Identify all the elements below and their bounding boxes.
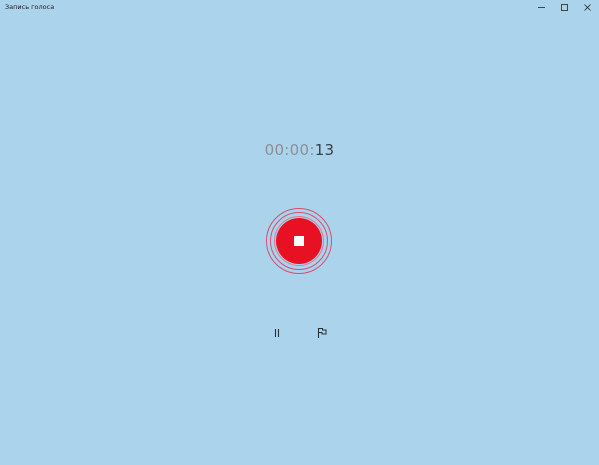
title-bar: Запись голоса bbox=[0, 0, 599, 15]
stop-recording-control bbox=[266, 208, 332, 274]
window-title: Запись голоса bbox=[5, 3, 55, 11]
minimize-button[interactable] bbox=[530, 0, 553, 15]
pause-button[interactable] bbox=[268, 324, 286, 342]
timer-elapsed-prefix: 00:00: bbox=[264, 141, 315, 159]
flag-icon bbox=[317, 328, 327, 338]
stop-recording-button[interactable] bbox=[276, 218, 322, 264]
close-button[interactable] bbox=[576, 0, 599, 15]
pause-icon bbox=[274, 329, 280, 337]
stop-icon bbox=[294, 236, 304, 246]
maximize-button[interactable] bbox=[553, 0, 576, 15]
close-icon bbox=[584, 4, 591, 11]
recording-timer: 00:00:13 bbox=[0, 141, 599, 159]
add-marker-button[interactable] bbox=[313, 324, 331, 342]
minimize-icon bbox=[538, 7, 545, 8]
maximize-icon bbox=[561, 4, 568, 11]
timer-seconds: 13 bbox=[314, 141, 335, 159]
